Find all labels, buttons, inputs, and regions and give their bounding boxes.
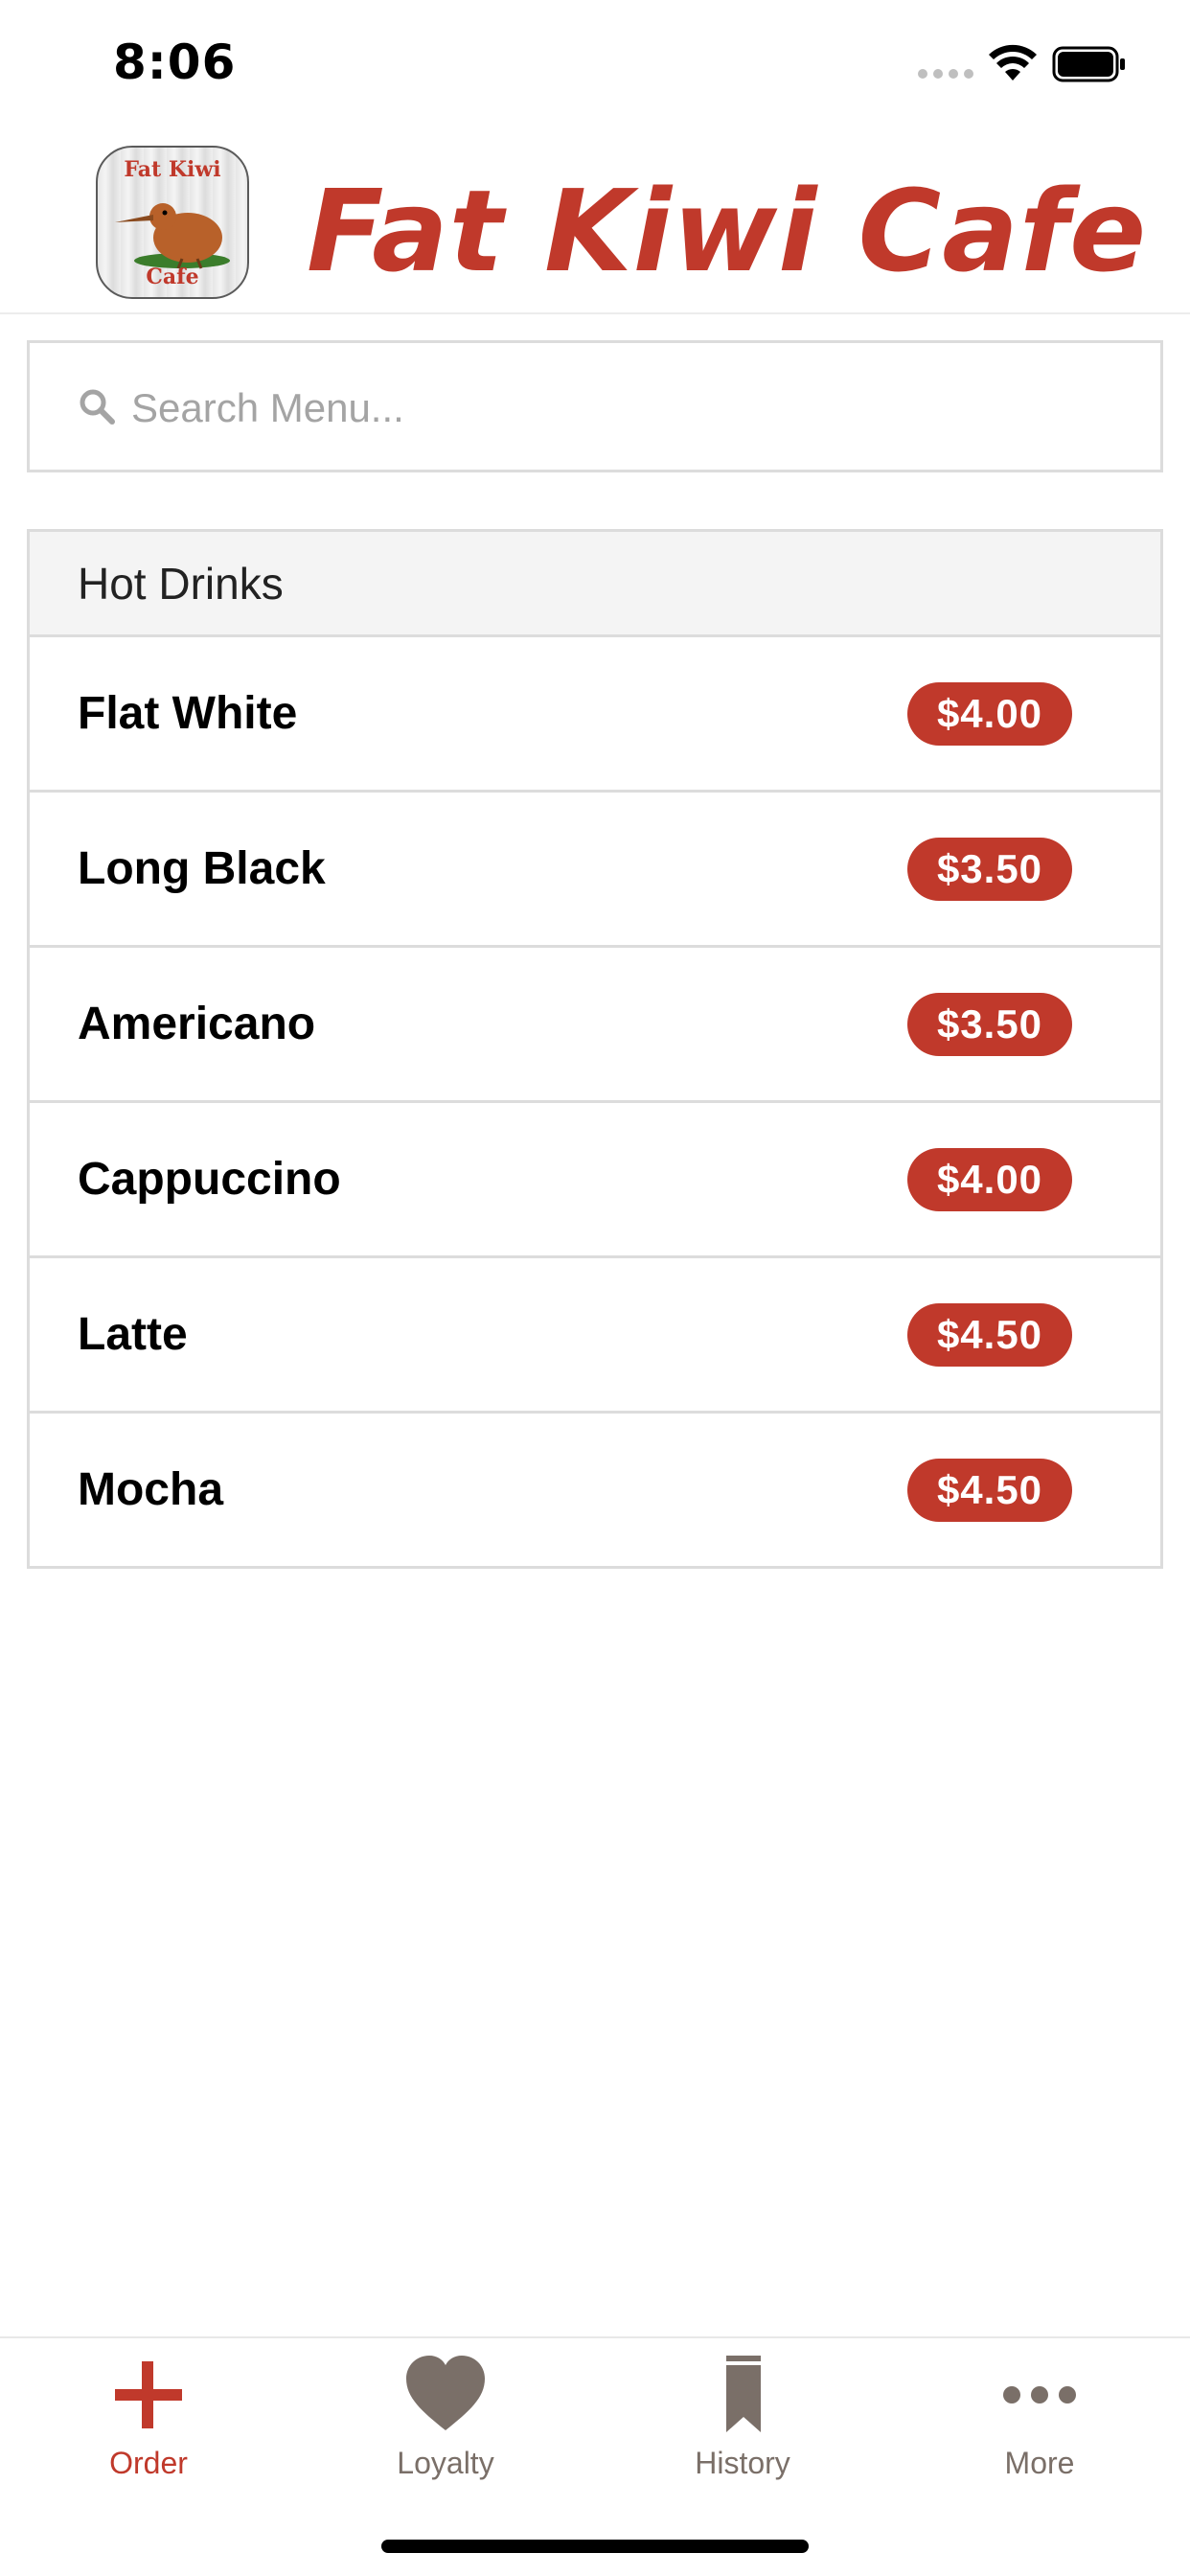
more-dots-icon: [1003, 2386, 1076, 2404]
search-input[interactable]: [129, 370, 1130, 447]
bookmark-icon: [726, 2356, 761, 2432]
status-time: 8:06: [113, 34, 237, 90]
tab-order[interactable]: Order: [0, 2352, 297, 2486]
price-badge: $3.50: [907, 837, 1072, 901]
tab-history[interactable]: History: [594, 2352, 891, 2486]
tab-label: History: [695, 2446, 790, 2480]
price-badge: $4.00: [907, 681, 1072, 746]
battery-icon: [1052, 46, 1125, 82]
item-name: Flat White: [78, 688, 298, 739]
cellular-signal-icon: [918, 69, 973, 79]
app-title: Fat Kiwi Cafe: [307, 165, 1148, 297]
home-indicator: [381, 2540, 809, 2553]
search-icon: [80, 389, 115, 425]
menu-section-hot-drinks: Hot Drinks Flat White $4.00 Long Black $…: [27, 529, 1163, 1569]
menu-item-long-black[interactable]: Long Black $3.50: [30, 793, 1160, 948]
price-badge: $4.50: [907, 1302, 1072, 1367]
section-header: Hot Drinks: [30, 532, 1160, 637]
app-header: Fat Kiwi Cafe Fat Kiwi Cafe: [0, 126, 1190, 314]
menu-item-latte[interactable]: Latte $4.50: [30, 1258, 1160, 1414]
menu-item-americano[interactable]: Americano $3.50: [30, 948, 1160, 1103]
price-badge: $4.50: [907, 1458, 1072, 1522]
tab-label: Order: [109, 2446, 188, 2480]
kiwi-bird-icon: [115, 203, 230, 269]
price-badge: $4.00: [907, 1147, 1072, 1211]
tab-loyalty[interactable]: Loyalty: [297, 2352, 594, 2486]
item-name: Latte: [78, 1309, 188, 1360]
tab-label: More: [1004, 2446, 1075, 2480]
heart-icon: [406, 2356, 485, 2430]
logo-text-top: Fat Kiwi: [124, 157, 221, 182]
search-box[interactable]: [27, 340, 1163, 472]
item-name: Cappuccino: [78, 1154, 341, 1205]
item-name: Americano: [78, 999, 316, 1049]
menu-item-flat-white[interactable]: Flat White $4.00: [30, 637, 1160, 793]
logo-text-bottom: Cafe: [146, 264, 199, 289]
tab-more[interactable]: More: [891, 2352, 1188, 2486]
menu-item-cappuccino[interactable]: Cappuccino $4.00: [30, 1103, 1160, 1258]
wifi-icon: [989, 44, 1037, 80]
price-badge: $3.50: [907, 992, 1072, 1056]
tab-label: Loyalty: [397, 2446, 494, 2480]
status-bar: 8:06: [0, 0, 1190, 126]
plus-icon: [115, 2361, 182, 2428]
item-name: Mocha: [78, 1464, 224, 1515]
item-name: Long Black: [78, 843, 326, 894]
menu-item-mocha[interactable]: Mocha $4.50: [30, 1414, 1160, 1566]
app-logo: Fat Kiwi Cafe: [96, 146, 249, 299]
